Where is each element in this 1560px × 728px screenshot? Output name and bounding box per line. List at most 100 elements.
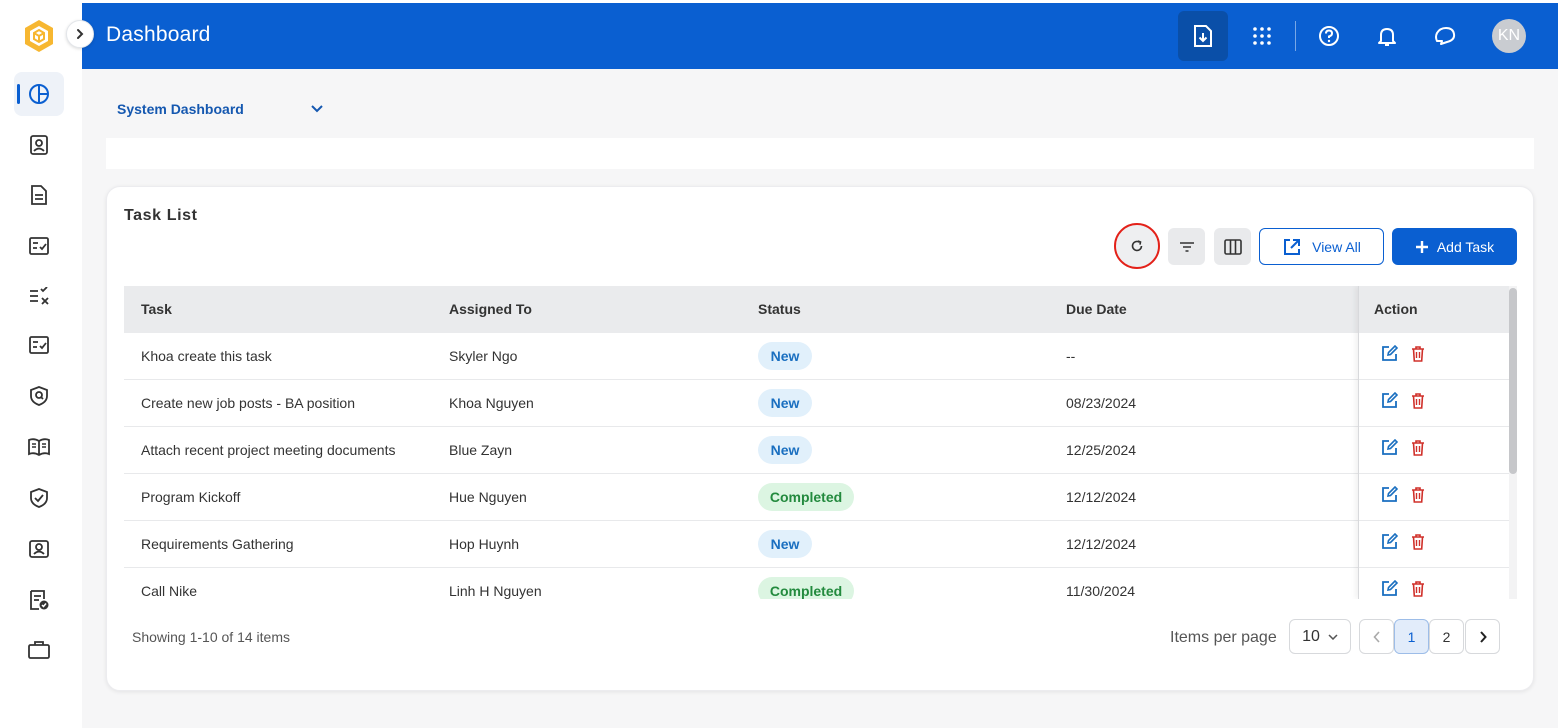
plus-icon bbox=[1415, 240, 1428, 253]
task-name[interactable]: Create new job posts - BA position bbox=[141, 395, 355, 411]
refresh-icon bbox=[1131, 240, 1143, 252]
sidebar-item-contacts[interactable] bbox=[14, 123, 64, 167]
profile-card-icon bbox=[29, 540, 49, 558]
edit-task-button[interactable] bbox=[1380, 438, 1398, 461]
trash-icon bbox=[1411, 486, 1425, 508]
dashboard-filter-strip bbox=[106, 138, 1534, 169]
edit-task-button[interactable] bbox=[1380, 344, 1398, 367]
table-scrollbar-thumb[interactable] bbox=[1509, 288, 1517, 474]
items-per-page-select[interactable]: 10 bbox=[1289, 619, 1351, 654]
refresh-button[interactable] bbox=[1114, 223, 1160, 269]
task-name[interactable]: Khoa create this task bbox=[141, 348, 272, 364]
delete-task-button[interactable] bbox=[1409, 580, 1427, 599]
showing-count: Showing 1-10 of 14 items bbox=[132, 629, 290, 645]
main-content: System Dashboard Task List View All Add … bbox=[82, 69, 1558, 728]
column-header-task[interactable]: Task bbox=[141, 301, 172, 317]
column-header-action: Action bbox=[1374, 301, 1418, 317]
sidebar-item-audit[interactable] bbox=[14, 374, 64, 418]
assigned-to: Hue Nguyen bbox=[449, 489, 527, 505]
table-row[interactable]: Create new job posts - BA position Khoa N… bbox=[124, 380, 1509, 427]
task-name[interactable]: Requirements Gathering bbox=[141, 536, 294, 552]
pagination-next-button[interactable] bbox=[1465, 619, 1500, 654]
edit-icon bbox=[1381, 344, 1398, 367]
view-all-label: View All bbox=[1312, 238, 1361, 255]
sidebar-item-tasks[interactable] bbox=[14, 224, 64, 268]
delete-task-button[interactable] bbox=[1409, 392, 1427, 412]
chevron-right-icon bbox=[1479, 630, 1487, 643]
download-document-button[interactable] bbox=[1178, 11, 1228, 61]
trash-icon bbox=[1411, 345, 1425, 367]
column-header-due-date[interactable]: Due Date bbox=[1066, 301, 1127, 317]
delete-task-button[interactable] bbox=[1409, 345, 1427, 367]
edit-icon bbox=[1381, 485, 1398, 508]
status-badge: Completed bbox=[758, 483, 854, 511]
column-header-assigned-to[interactable]: Assigned To bbox=[449, 301, 532, 317]
notifications-button[interactable] bbox=[1362, 11, 1412, 61]
assigned-to: Hop Huynh bbox=[449, 536, 520, 552]
table-header: Task Assigned To Status Due Date Action bbox=[124, 286, 1509, 333]
table-row[interactable]: Attach recent project meeting documents B… bbox=[124, 427, 1509, 474]
app-logo-icon[interactable] bbox=[22, 18, 56, 54]
briefcase-icon bbox=[28, 641, 50, 659]
apps-grid-button[interactable] bbox=[1237, 11, 1287, 61]
sidebar-item-approvals[interactable] bbox=[14, 578, 64, 622]
sidebar-item-profiles[interactable] bbox=[14, 527, 64, 571]
pagination-page-2[interactable]: 2 bbox=[1429, 619, 1464, 654]
sidebar-item-library[interactable] bbox=[14, 425, 64, 469]
sidebar-item-compliance[interactable] bbox=[14, 476, 64, 520]
edit-task-button[interactable] bbox=[1380, 532, 1398, 553]
external-link-icon bbox=[1284, 238, 1301, 255]
pagination-prev-button[interactable] bbox=[1359, 619, 1394, 654]
chat-button[interactable] bbox=[1420, 11, 1470, 61]
shield-check-icon bbox=[30, 488, 48, 508]
task-list-title: Task List bbox=[124, 207, 198, 224]
edit-icon bbox=[1381, 438, 1398, 461]
status-badge: New bbox=[758, 389, 812, 417]
filter-button[interactable] bbox=[1168, 228, 1205, 265]
columns-button[interactable] bbox=[1214, 228, 1251, 265]
edit-icon bbox=[1381, 579, 1398, 599]
add-task-label: Add Task bbox=[1436, 238, 1495, 255]
edit-task-button[interactable] bbox=[1380, 579, 1398, 599]
add-task-button[interactable]: Add Task bbox=[1392, 228, 1517, 265]
sidebar-item-documents[interactable] bbox=[14, 173, 64, 217]
task-name[interactable]: Program Kickoff bbox=[141, 489, 240, 505]
status-badge: New bbox=[758, 530, 812, 558]
column-header-status[interactable]: Status bbox=[758, 301, 801, 317]
sidebar-item-dashboard[interactable] bbox=[14, 72, 64, 116]
table-row[interactable]: Call Nike Linh H Nguyen Completed 11/30/202… bbox=[124, 568, 1509, 599]
page-title: Dashboard bbox=[106, 23, 211, 46]
assigned-to: Linh H Nguyen bbox=[449, 583, 542, 599]
assigned-to: Skyler Ngo bbox=[449, 348, 518, 364]
due-date: 11/30/2024 bbox=[1066, 583, 1136, 599]
table-row[interactable]: Requirements Gathering Hop Huynh New 12/12/… bbox=[124, 521, 1509, 568]
sidebar-item-projects[interactable] bbox=[14, 628, 64, 672]
sidebar-item-review[interactable] bbox=[14, 274, 64, 318]
edit-task-button[interactable] bbox=[1380, 391, 1398, 414]
edit-icon bbox=[1381, 391, 1398, 414]
trash-icon bbox=[1411, 533, 1425, 555]
dashboard-selector-value: System Dashboard bbox=[117, 101, 244, 117]
open-book-icon bbox=[28, 438, 50, 457]
delete-task-button[interactable] bbox=[1409, 486, 1427, 508]
sidebar-expand-button[interactable] bbox=[66, 20, 94, 48]
due-date: -- bbox=[1066, 348, 1076, 364]
chevron-right-icon bbox=[77, 29, 84, 39]
chevron-down-icon bbox=[1328, 633, 1338, 640]
delete-task-button[interactable] bbox=[1409, 533, 1427, 555]
table-row[interactable]: Khoa create this task Skyler Ngo New -- bbox=[124, 333, 1509, 380]
edit-task-button[interactable] bbox=[1380, 485, 1398, 508]
table-row[interactable]: Program Kickoff Hue Nguyen Completed 12/12/… bbox=[124, 474, 1509, 521]
pagination-page-1[interactable]: 1 bbox=[1394, 619, 1429, 654]
help-icon bbox=[1319, 26, 1339, 46]
delete-task-button[interactable] bbox=[1409, 439, 1427, 459]
columns-icon bbox=[1223, 238, 1242, 255]
user-avatar[interactable]: KN bbox=[1492, 19, 1526, 53]
help-button[interactable] bbox=[1304, 11, 1354, 61]
view-all-button[interactable]: View All bbox=[1259, 228, 1384, 265]
task-name[interactable]: Attach recent project meeting documents bbox=[141, 442, 395, 458]
task-name[interactable]: Call Nike bbox=[141, 583, 197, 599]
dashboard-selector[interactable]: System Dashboard bbox=[117, 99, 323, 119]
status-badge: Completed bbox=[758, 577, 854, 599]
sidebar-item-checklist[interactable] bbox=[14, 323, 64, 367]
